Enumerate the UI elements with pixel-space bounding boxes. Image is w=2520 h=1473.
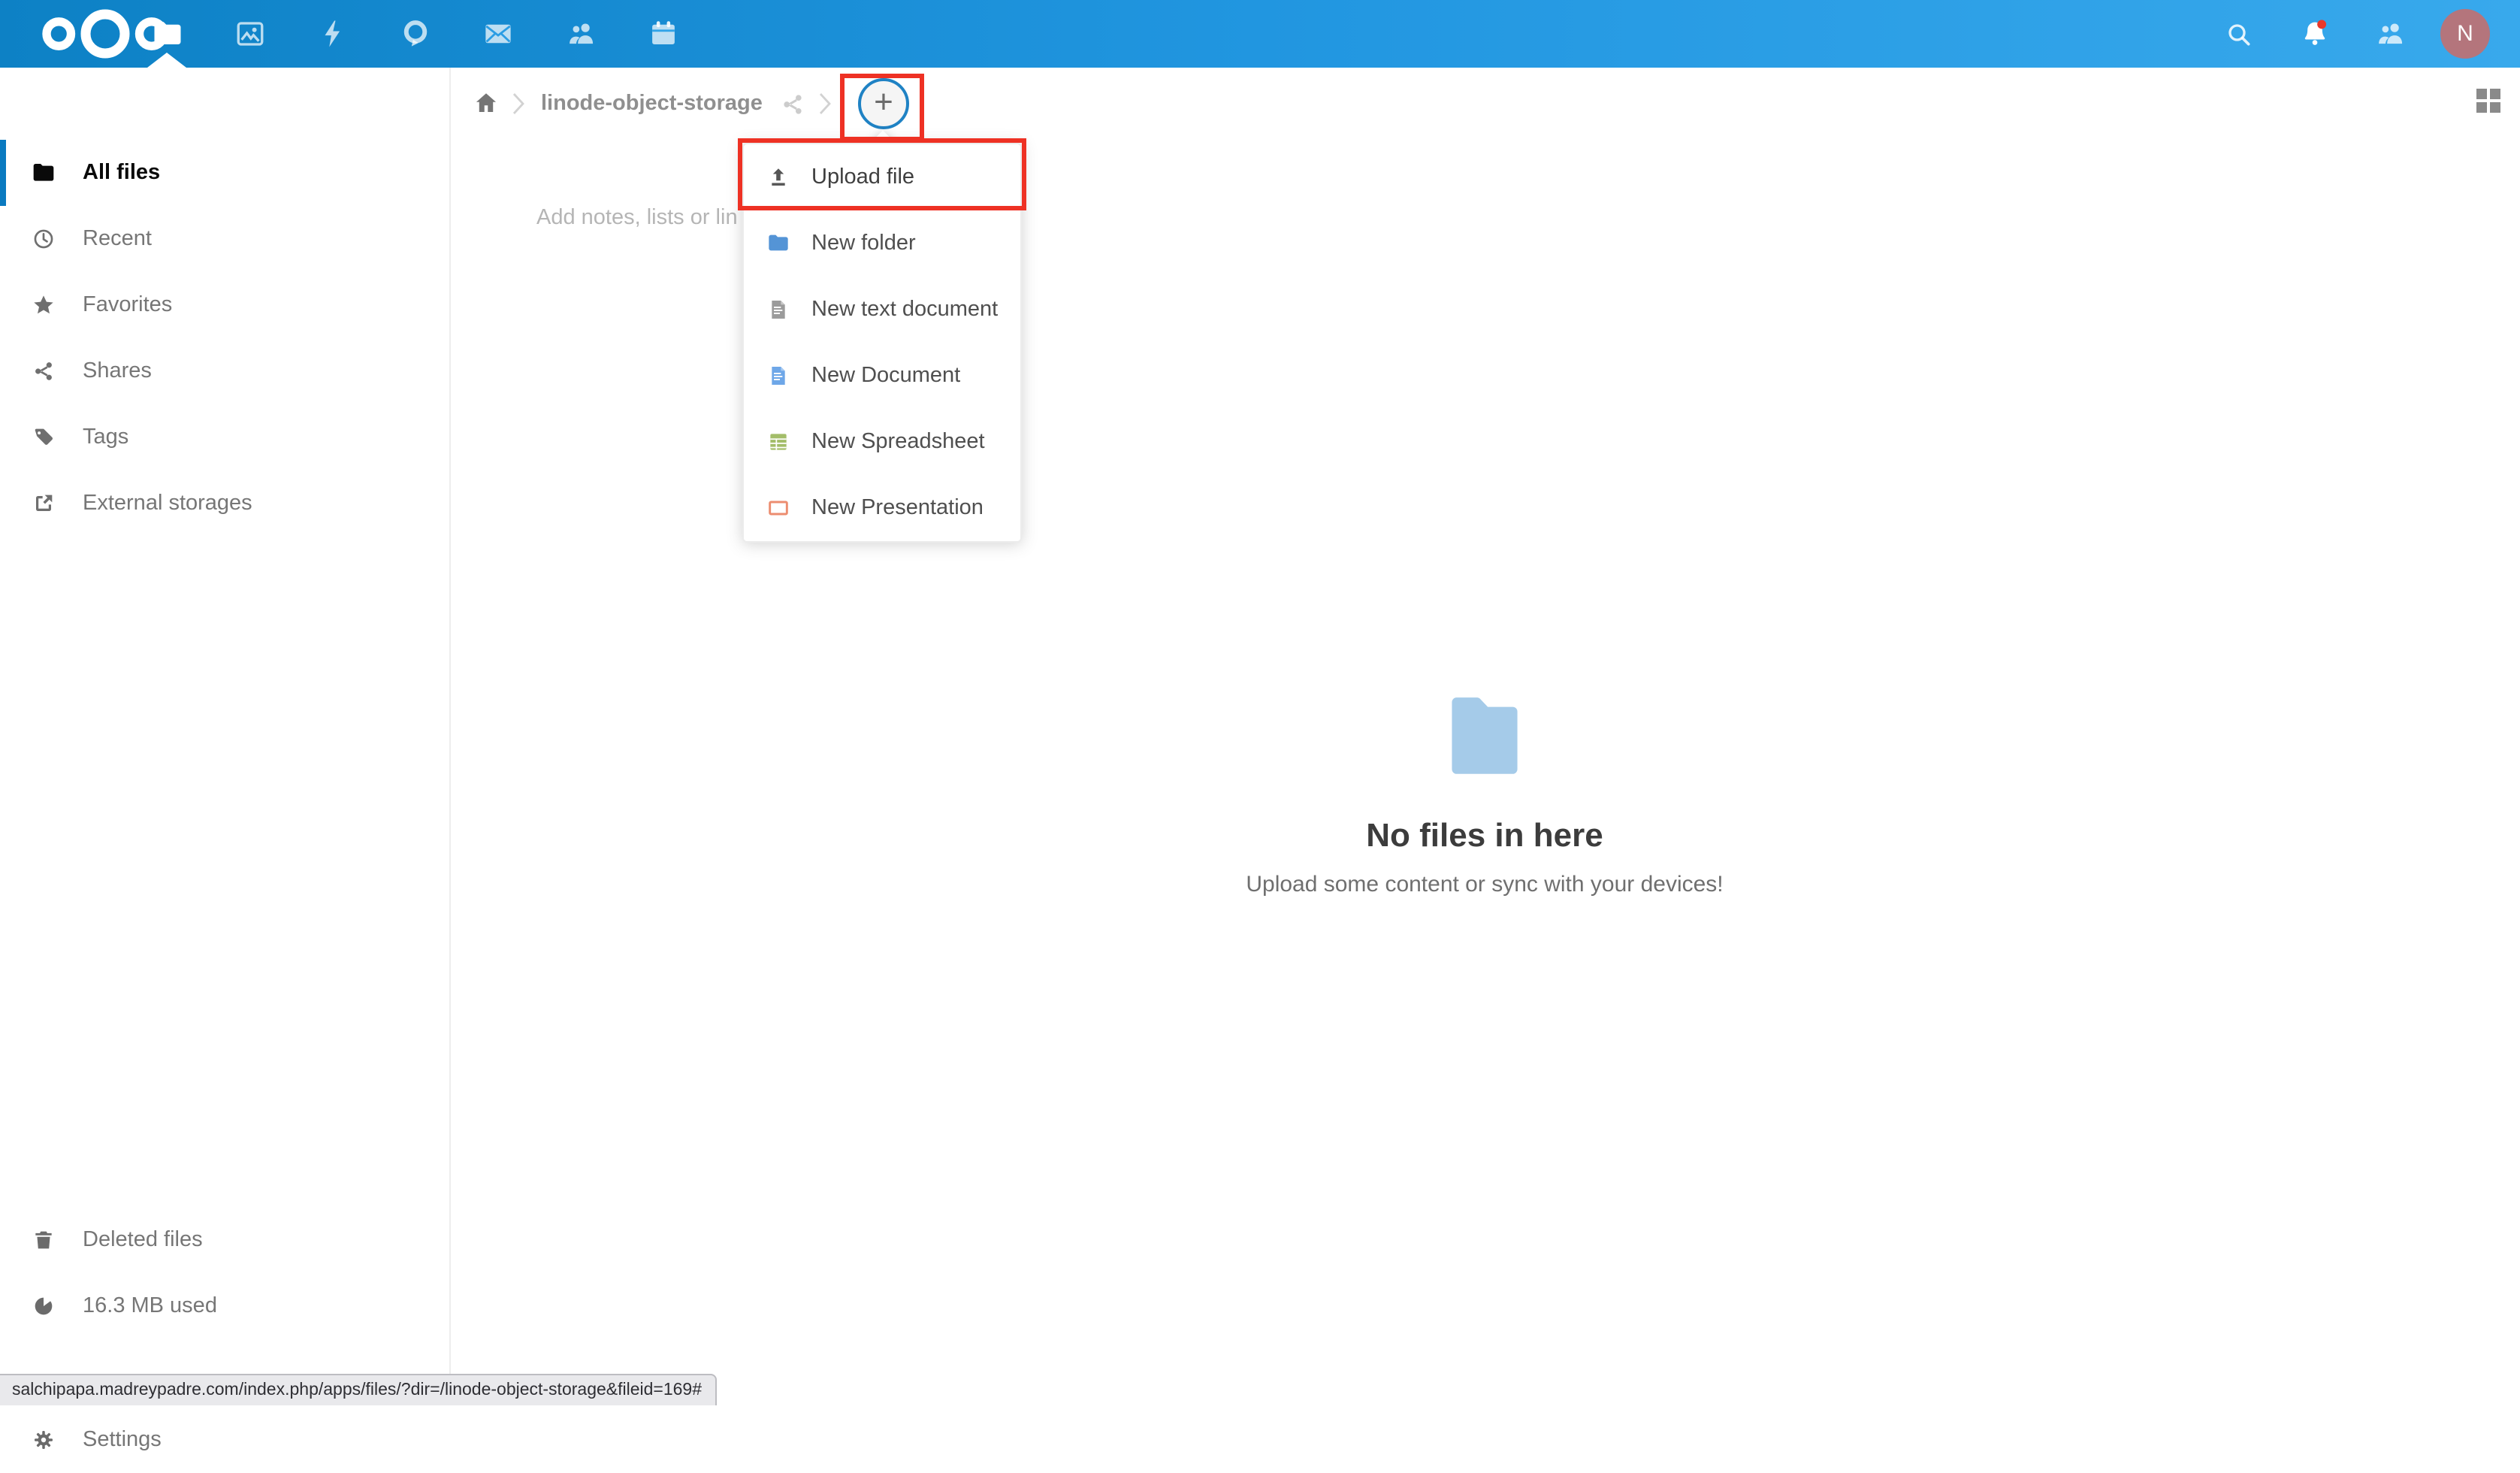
folder-icon [151, 18, 183, 50]
sidebar-item-tags[interactable]: Tags [0, 404, 449, 470]
sidebar-item-favorites[interactable]: Favorites [0, 272, 449, 338]
active-app-indicator [147, 53, 186, 68]
document-icon [766, 364, 790, 388]
menu-item-new-spreadsheet[interactable]: New Spreadsheet [744, 409, 1020, 475]
grid-icon [2476, 89, 2487, 99]
trash-icon [32, 1228, 56, 1252]
storage-quota-label: 16.3 MB used [83, 1294, 217, 1318]
status-bar-url: salchipapa.madreypadre.com/index.php/app… [12, 1381, 702, 1399]
bell-icon [2298, 18, 2330, 50]
menu-item-label: New Presentation [811, 496, 984, 520]
search-button[interactable] [2206, 0, 2272, 68]
lightning-bolt-icon [316, 18, 348, 50]
contacts-menu-button[interactable] [2356, 0, 2422, 68]
files-navigation-sidebar: All files Recent Favorites Shares Tags [0, 68, 451, 1405]
menu-item-label: Upload file [811, 165, 914, 189]
sidebar-item-label: Favorites [83, 293, 172, 317]
share-variant-icon [780, 92, 805, 117]
home-icon [473, 90, 499, 116]
search-icon [2224, 19, 2254, 49]
plus-icon: + [874, 83, 893, 120]
sidebar-item-external-storages[interactable]: External storages [0, 470, 449, 537]
sidebar-item-settings[interactable]: Settings [0, 1407, 449, 1473]
breadcrumb-current-folder[interactable]: linode-object-storage [541, 90, 763, 117]
contacts-app-icon[interactable] [547, 0, 613, 68]
sidebar-item-label: Shares [83, 359, 152, 383]
sidebar-item-all-files[interactable]: All files [0, 140, 449, 206]
menu-item-label: New folder [811, 231, 916, 256]
mail-app-icon[interactable] [464, 0, 530, 68]
calendar-icon [647, 18, 678, 50]
menu-item-new-folder[interactable]: New folder [744, 210, 1020, 277]
star-icon [32, 293, 56, 317]
breadcrumb-home-button[interactable] [473, 90, 499, 116]
photos-app-icon[interactable] [216, 0, 283, 68]
sidebar-item-label: Recent [83, 227, 152, 251]
nextcloud-files-app: N All files Recent Favorites S [0, 0, 2520, 1405]
menu-item-new-presentation[interactable]: New Presentation [744, 475, 1020, 541]
empty-folder-state: No files in here Upload some content or … [449, 694, 2520, 897]
sidebar-item-label: External storages [83, 492, 252, 516]
new-file-menu: Upload file New folder New text document… [742, 143, 1022, 543]
link-preview-status-bar: salchipapa.madreypadre.com/index.php/app… [0, 1374, 717, 1405]
menu-item-upload-file[interactable]: Upload file [744, 144, 1020, 210]
menu-item-label: New text document [811, 298, 998, 322]
envelope-icon [482, 18, 513, 50]
spreadsheet-icon [766, 430, 790, 454]
clock-icon [32, 227, 56, 251]
menu-item-new-text-document[interactable]: New text document [744, 277, 1020, 343]
workspace-notes-placeholder[interactable]: Add notes, lists or lin [536, 206, 738, 230]
sidebar-item-label: All files [83, 161, 160, 185]
activity-app-icon[interactable] [299, 0, 365, 68]
contacts-menu-icon [2373, 18, 2405, 50]
sidebar-item-label: Deleted files [83, 1228, 203, 1252]
calendar-app-icon[interactable] [630, 0, 696, 68]
speech-bubble-icon [399, 18, 431, 50]
empty-state-title: No files in here [449, 816, 2520, 855]
breadcrumb-share-button[interactable] [780, 92, 805, 117]
upload-icon [766, 165, 790, 189]
external-storage-icon [32, 492, 56, 516]
share-icon [32, 359, 56, 383]
sidebar-item-label: Tags [83, 425, 128, 449]
talk-app-icon[interactable] [382, 0, 448, 68]
menu-item-new-document[interactable]: New Document [744, 343, 1020, 409]
sidebar-item-label: Settings [83, 1428, 162, 1452]
avatar-initial: N [2457, 21, 2473, 47]
quota-pie-icon [32, 1294, 56, 1318]
notifications-button[interactable] [2281, 0, 2347, 68]
sidebar-item-deleted-files[interactable]: Deleted files [0, 1207, 449, 1273]
gear-icon [32, 1428, 56, 1452]
breadcrumb-separator-icon [508, 92, 529, 116]
tag-icon [32, 425, 56, 449]
sidebar-item-recent[interactable]: Recent [0, 206, 449, 272]
folder-icon [32, 161, 56, 185]
menu-item-label: New Document [811, 364, 960, 388]
grid-view-toggle-button[interactable] [2476, 89, 2500, 113]
new-file-button[interactable]: + [858, 78, 909, 129]
menu-item-label: New Spreadsheet [811, 430, 985, 454]
top-header-bar: N [0, 0, 2520, 68]
new-folder-icon [766, 231, 790, 256]
sidebar-item-storage-quota: 16.3 MB used [0, 1273, 449, 1339]
presentation-icon [766, 496, 790, 520]
notification-dot [2316, 20, 2325, 29]
empty-folder-icon [1446, 694, 1524, 779]
user-avatar[interactable]: N [2440, 9, 2490, 59]
breadcrumb-separator-icon [814, 92, 835, 116]
empty-state-subtitle: Upload some content or sync with your de… [449, 872, 2520, 897]
text-document-icon [766, 298, 790, 322]
sidebar-item-shares[interactable]: Shares [0, 338, 449, 404]
image-icon [234, 18, 265, 50]
people-icon [564, 18, 596, 50]
